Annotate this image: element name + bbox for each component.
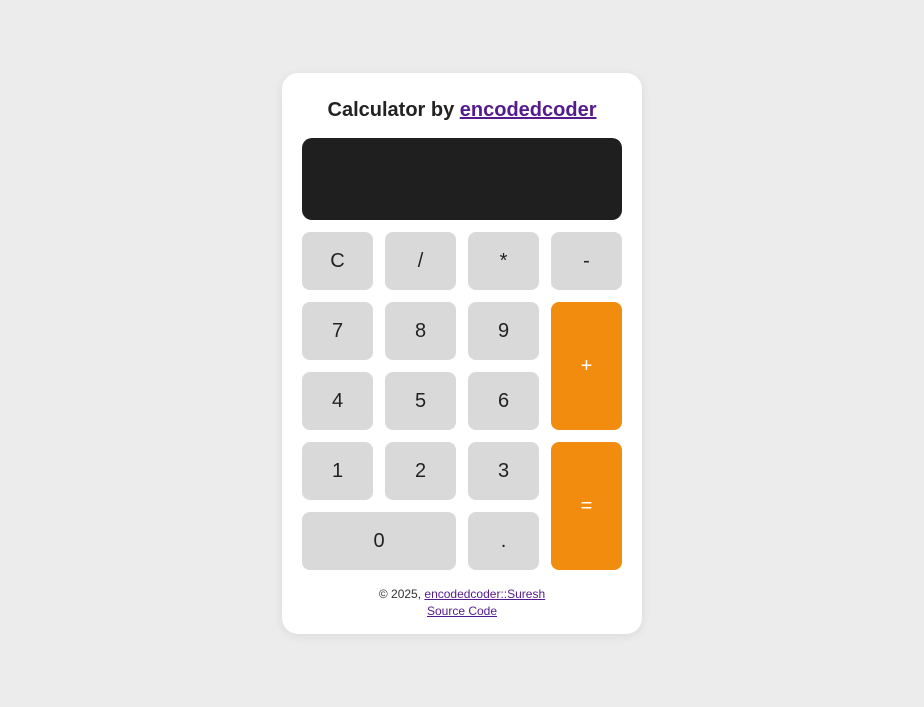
digit-4-button[interactable]: 4 bbox=[302, 372, 373, 430]
source-code-link[interactable]: Source Code bbox=[427, 604, 497, 618]
copyright-text: © 2025, bbox=[379, 587, 425, 601]
digit-5-button[interactable]: 5 bbox=[385, 372, 456, 430]
digit-3-button[interactable]: 3 bbox=[468, 442, 539, 500]
divide-button[interactable]: / bbox=[385, 232, 456, 290]
calculator-display bbox=[302, 138, 622, 220]
equals-button[interactable]: = bbox=[551, 442, 622, 570]
multiply-button[interactable]: * bbox=[468, 232, 539, 290]
digit-0-button[interactable]: 0 bbox=[302, 512, 456, 570]
footer-author-link[interactable]: encodedcoder::Suresh bbox=[424, 587, 545, 601]
subtract-button[interactable]: - bbox=[551, 232, 622, 290]
digit-9-button[interactable]: 9 bbox=[468, 302, 539, 360]
add-button[interactable]: + bbox=[551, 302, 622, 430]
author-link[interactable]: encodedcoder bbox=[460, 99, 597, 121]
title-prefix: Calculator by bbox=[328, 99, 460, 121]
app-title: Calculator by encodedcoder bbox=[302, 93, 622, 126]
clear-button[interactable]: C bbox=[302, 232, 373, 290]
digit-6-button[interactable]: 6 bbox=[468, 372, 539, 430]
keypad: C / * - 7 8 9 + 4 5 6 1 2 3 = 0 . bbox=[302, 232, 622, 570]
decimal-button[interactable]: . bbox=[468, 512, 539, 570]
calculator-app: Calculator by encodedcoder C / * - 7 8 9… bbox=[282, 73, 642, 634]
digit-7-button[interactable]: 7 bbox=[302, 302, 373, 360]
footer: © 2025, encodedcoder::Suresh Source Code bbox=[302, 586, 622, 620]
digit-1-button[interactable]: 1 bbox=[302, 442, 373, 500]
digit-2-button[interactable]: 2 bbox=[385, 442, 456, 500]
digit-8-button[interactable]: 8 bbox=[385, 302, 456, 360]
